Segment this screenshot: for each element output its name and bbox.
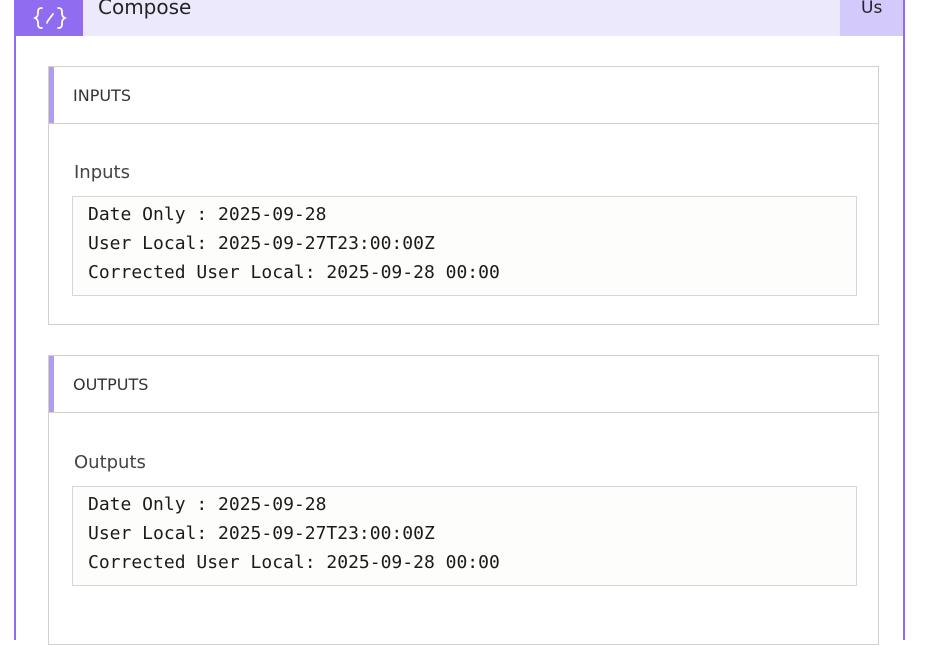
card-header[interactable]: Compose Us	[16, 0, 903, 36]
header-right-tab[interactable]: Us	[840, 0, 903, 36]
code-line: User Local: 2025-09-27T23:00:00Z	[88, 523, 435, 544]
curly-braces-icon	[32, 7, 67, 29]
code-line: Corrected User Local: 2025-09-28 00:00	[88, 262, 500, 283]
action-title: Compose	[98, 0, 192, 19]
inputs-section-title: INPUTS	[73, 86, 131, 105]
code-line: Date Only : 2025-09-28	[88, 204, 327, 225]
action-icon-tile	[16, 0, 83, 36]
outputs-section-header[interactable]: OUTPUTS	[49, 356, 878, 413]
inputs-section: INPUTS Inputs Date Only : 2025-09-28 Use…	[48, 66, 879, 325]
inputs-value-box[interactable]: Date Only : 2025-09-28 User Local: 2025-…	[72, 196, 857, 296]
outputs-section: OUTPUTS Outputs Date Only : 2025-09-28 U…	[48, 355, 879, 645]
section-accent-bar	[49, 356, 54, 412]
outputs-value-box[interactable]: Date Only : 2025-09-28 User Local: 2025-…	[72, 486, 857, 586]
outputs-field-label: Outputs	[74, 452, 146, 473]
code-line: Corrected User Local: 2025-09-28 00:00	[88, 552, 500, 573]
code-line: User Local: 2025-09-27T23:00:00Z	[88, 233, 435, 254]
compose-action-card: Compose Us INPUTS Inputs Date Only : 202…	[14, 0, 905, 645]
inputs-section-header[interactable]: INPUTS	[49, 67, 878, 124]
code-line: Date Only : 2025-09-28	[88, 494, 327, 515]
outputs-section-title: OUTPUTS	[73, 375, 149, 394]
section-accent-bar	[49, 67, 54, 123]
inputs-field-label: Inputs	[74, 162, 130, 183]
